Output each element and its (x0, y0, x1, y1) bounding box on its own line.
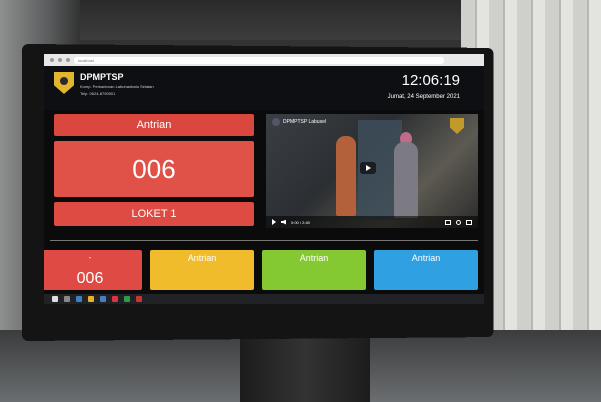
video-player[interactable]: DPMPTSP Labusel 0:00 / 2:40 (266, 114, 478, 228)
video-time: 0:00 / 2:40 (291, 219, 310, 225)
volume-icon[interactable] (281, 219, 286, 225)
current-queue-number: 006 (54, 141, 254, 197)
browser-bar: localhost (44, 54, 484, 66)
play-icon[interactable] (272, 219, 276, 225)
monitor-stand (240, 336, 370, 402)
org-address: Komp. Perkantoran Labuhanbatu Selatan (80, 84, 154, 89)
counter-card-4: Antrian (374, 250, 478, 290)
display-header: DPMPTSP Komp. Perkantoran Labuhanbatu Se… (44, 66, 484, 110)
section-divider (50, 240, 478, 241)
video-controls: 0:00 / 2:40 (266, 216, 478, 228)
regency-logo-icon (54, 72, 74, 94)
video-title[interactable]: DPMPTSP Labusel (272, 118, 326, 126)
counter-card-1: - 006 (44, 250, 142, 290)
queue-display-screen: localhost DPMPTSP Komp. Perkantoran Labu… (44, 54, 484, 304)
store-icon[interactable] (100, 296, 106, 302)
counter-card-title: - (88, 253, 92, 262)
org-name: DPMPTSP (80, 72, 124, 82)
counter-card-title: Antrian (299, 253, 329, 263)
chrome-icon[interactable] (124, 296, 130, 302)
counter-card-number: 006 (76, 270, 104, 287)
search-icon[interactable] (64, 296, 70, 302)
video-person-left (336, 136, 356, 216)
start-icon[interactable] (52, 296, 58, 302)
reload-icon[interactable] (66, 58, 70, 62)
date: Jumat, 24 September 2021 (387, 94, 460, 100)
settings-icon[interactable] (456, 219, 461, 225)
url-bar[interactable]: localhost (74, 56, 444, 64)
photo-scene: localhost DPMPTSP Komp. Perkantoran Labu… (0, 0, 601, 402)
counter-card-2: Antrian (150, 250, 254, 290)
counter-card-title: Antrian (187, 253, 217, 263)
org-phone: Telp. 0624-8790001 (80, 91, 116, 96)
back-icon[interactable] (50, 58, 54, 62)
counter-card-title: Antrian (411, 253, 441, 263)
video-channel-title: DPMPTSP Labusel (283, 119, 326, 125)
fullscreen-icon[interactable] (466, 219, 472, 225)
video-play-overlay-icon[interactable] (360, 162, 376, 174)
captions-icon[interactable] (445, 219, 451, 225)
app-icon[interactable] (112, 296, 118, 302)
queue-label-panel: Antrian (54, 114, 254, 136)
forward-icon[interactable] (58, 58, 62, 62)
counter-label-panel: LOKET 1 (54, 202, 254, 226)
clock: 12:06:19 (401, 72, 460, 89)
counter-card-3: Antrian (262, 250, 366, 290)
channel-avatar-icon (272, 118, 280, 126)
taskbar (44, 294, 484, 304)
folder-icon[interactable] (88, 296, 94, 302)
edge-icon[interactable] (76, 296, 82, 302)
video-person-right (394, 142, 418, 218)
video-seal-icon (450, 118, 464, 134)
app2-icon[interactable] (136, 296, 142, 302)
